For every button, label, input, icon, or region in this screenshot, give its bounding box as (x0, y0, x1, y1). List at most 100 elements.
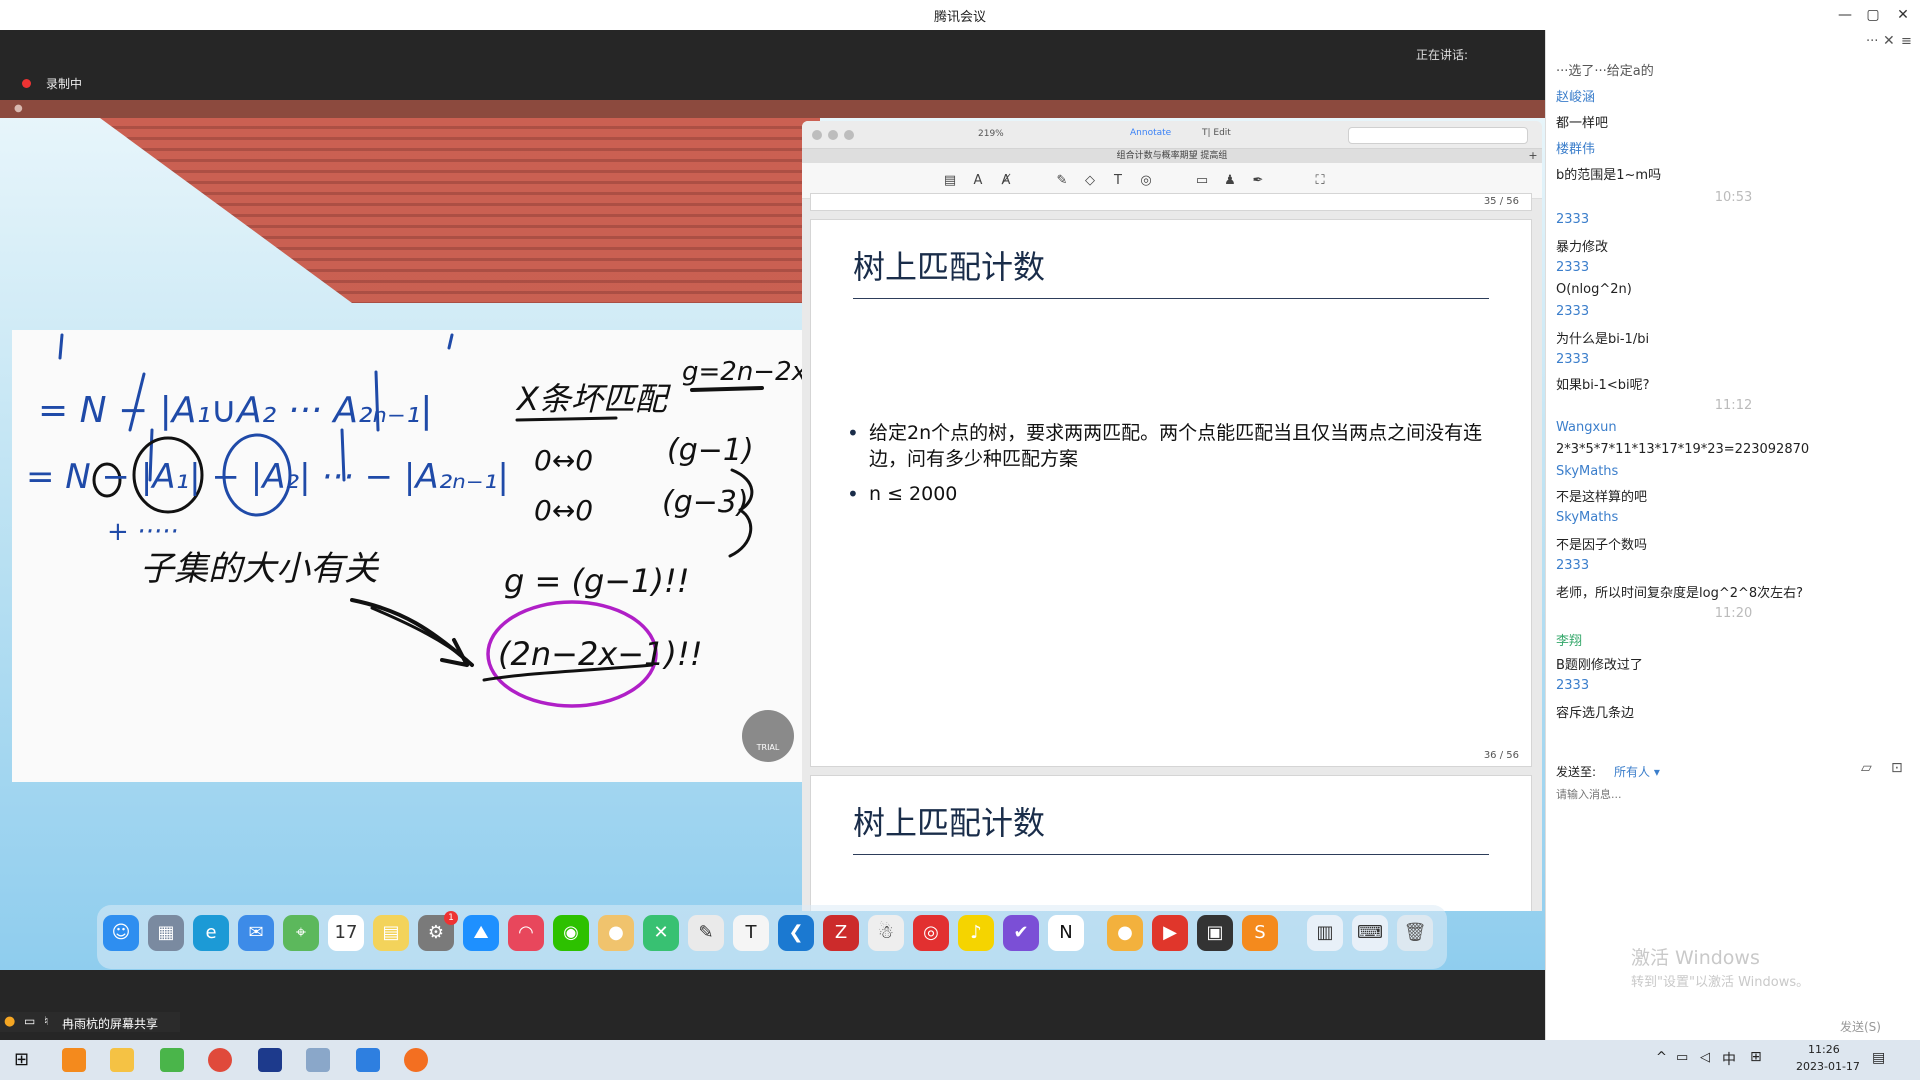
tencent-meeting-icon[interactable] (356, 1048, 380, 1072)
notification-badge: 1 (444, 911, 458, 925)
page-36: 树上匹配计数 给定2n个点的树，要求两两匹配。两个点能匹配当且仅当两点之间没有连… (810, 219, 1532, 767)
close-icon[interactable]: ✕ (1883, 33, 1895, 49)
pen-icon[interactable]: ✎ (1054, 173, 1070, 189)
keyboard-icon[interactable]: ⌨ (1352, 915, 1388, 951)
strikethrough-icon[interactable]: Ⱥ (998, 173, 1014, 189)
chat-sender: 李翔 (1556, 634, 1583, 649)
network-icon[interactable]: ▭ (1676, 1050, 1688, 1065)
app-icon[interactable]: ● (1107, 915, 1143, 951)
notion-icon[interactable]: N (1048, 915, 1084, 951)
new-tab-button[interactable]: + (1526, 149, 1540, 163)
mail-icon[interactable]: ✉ (238, 915, 274, 951)
text-select-icon[interactable]: ▤ (942, 173, 958, 189)
file-icon[interactable]: ▱ (1861, 760, 1872, 776)
finder-icon[interactable]: ☺ (103, 915, 139, 951)
annotate-tab[interactable]: Annotate (1130, 128, 1171, 138)
window-minimize-dot[interactable] (828, 130, 838, 140)
edit-tab[interactable]: T| Edit (1202, 128, 1231, 138)
pdf-pages: 35 / 56 树上匹配计数 给定2n个点的树，要求两两匹配。两个点能匹配当且仅… (802, 193, 1542, 911)
clock-time[interactable]: 11:26 (1808, 1043, 1840, 1056)
edge-icon[interactable]: e (193, 915, 229, 951)
crop-icon[interactable]: ⛶ (1312, 173, 1328, 189)
recipient-dropdown[interactable]: 所有人 ▾ (1614, 763, 1660, 780)
zoom-level[interactable]: 219% (978, 129, 1004, 139)
stamp-icon[interactable]: ♟ (1222, 173, 1238, 189)
apple-icon: ● (14, 103, 23, 114)
file-explorer-icon[interactable] (110, 1048, 134, 1072)
chat-sender: 2333 (1556, 212, 1590, 227)
maximize-button[interactable]: ▢ (1862, 4, 1884, 26)
music-icon[interactable]: ◎ (913, 915, 949, 951)
devcpp-icon[interactable] (258, 1048, 282, 1072)
more-icon[interactable]: ··· (1866, 34, 1878, 49)
highlight-text-icon[interactable]: A (970, 173, 986, 189)
mac-menu-bar: ● (0, 100, 1545, 118)
chat-sender: SkyMaths (1556, 464, 1619, 479)
notes-icon[interactable]: ▤ (373, 915, 409, 951)
pdf-icon[interactable]: ⛰ (463, 915, 499, 951)
chat-panel: ··· ✕ ≡ ···选了···给定a的 赵峻涵 都一样吧 楼群伟 b的范围是1… (1545, 30, 1920, 1040)
wechat-icon[interactable]: ◉ (553, 915, 589, 951)
eraser-icon[interactable]: ◇ (1082, 173, 1098, 189)
bullet-1: 给定2n个点的树，要求两两匹配。两个点能匹配当且仅当两点之间没有连边，问有多少种… (847, 420, 1489, 472)
chrome-icon[interactable] (208, 1048, 232, 1072)
app-icon[interactable] (306, 1048, 330, 1072)
pdf-viewer-window: 219% Annotate T| Edit 组合计数与概率期望 提高组 + ▤ … (802, 121, 1542, 911)
app-icon[interactable]: ✎ (688, 915, 724, 951)
trial-badge[interactable]: TRIAL (742, 710, 794, 762)
trash-icon[interactable]: 🗑 (1397, 915, 1433, 951)
chat-timestamp: 11:20 (1714, 606, 1753, 621)
signature-icon[interactable]: ✒ (1250, 173, 1266, 189)
send-button[interactable]: 发送(S) (1840, 1018, 1881, 1035)
notification-icon[interactable]: ▤ (1872, 1050, 1885, 1066)
maps-icon[interactable]: ⌖ (283, 915, 319, 951)
chat-message: O(nlog^2n) (1556, 282, 1632, 297)
slide-title: 树上匹配计数 (853, 804, 1046, 842)
typora-icon[interactable]: T (733, 915, 769, 951)
ime-mode-icon[interactable]: ⊞ (1750, 1049, 1762, 1065)
app-icon[interactable]: ✕ (643, 915, 679, 951)
sublime-icon[interactable] (62, 1048, 86, 1072)
app-icon[interactable]: ◠ (508, 915, 544, 951)
comment-icon[interactable]: ▭ (1194, 173, 1210, 189)
title-rule (853, 854, 1489, 855)
title-rule (853, 298, 1489, 299)
minimize-button[interactable]: — (1834, 4, 1856, 26)
clock-date[interactable]: 2023-01-17 (1796, 1060, 1860, 1073)
document-tab[interactable]: 组合计数与概率期望 提高组 (802, 149, 1542, 163)
window-close-dot[interactable] (812, 130, 822, 140)
chat-sender: 2333 (1556, 260, 1590, 275)
launchpad-icon[interactable]: ▦ (148, 915, 184, 951)
qq-icon[interactable]: ☃ (868, 915, 904, 951)
chat-sender: SkyMaths (1556, 510, 1619, 525)
folder-icon[interactable]: ▥ (1307, 915, 1343, 951)
chat-message: b的范围是1~m吗 (1556, 168, 1662, 183)
chat-message: 老师，所以时间复杂度是log^2^8次左右? (1556, 586, 1804, 601)
app-icon[interactable]: ● (598, 915, 634, 951)
speaking-indicator: 正在讲话: (1416, 48, 1469, 62)
window-zoom-dot[interactable] (844, 130, 854, 140)
shapes-icon[interactable]: ◎ (1138, 173, 1154, 189)
chat-input[interactable] (1556, 784, 1906, 804)
windows-start-icon[interactable]: ⊞ (14, 1050, 34, 1070)
app-icon[interactable]: ▣ (1197, 915, 1233, 951)
app-icon[interactable]: ▶ (1152, 915, 1188, 951)
menu-icon[interactable]: ≡ (1901, 34, 1912, 49)
search-input[interactable] (1348, 127, 1528, 144)
chevron-up-icon[interactable]: ^ (1656, 1050, 1667, 1065)
microphone-icon: ♮ (44, 1014, 49, 1028)
screenshot-icon[interactable]: ⊡ (1891, 760, 1903, 776)
close-button[interactable]: ✕ (1892, 4, 1914, 26)
app-icon[interactable] (160, 1048, 184, 1072)
firefox-icon[interactable] (404, 1048, 428, 1072)
calendar-icon[interactable]: 17 (328, 915, 364, 951)
zotero-icon[interactable]: Z (823, 915, 859, 951)
todo-icon[interactable]: ✔ (1003, 915, 1039, 951)
volume-icon[interactable]: ◁ (1700, 1050, 1710, 1065)
app-icon[interactable]: S (1242, 915, 1278, 951)
text-tool-icon[interactable]: T (1110, 173, 1126, 189)
ime-indicator[interactable]: 中 (1722, 1049, 1736, 1069)
activate-windows-title: 激活 Windows (1631, 947, 1760, 969)
vscode-icon[interactable]: ❮ (778, 915, 814, 951)
app-icon[interactable]: ♪ (958, 915, 994, 951)
